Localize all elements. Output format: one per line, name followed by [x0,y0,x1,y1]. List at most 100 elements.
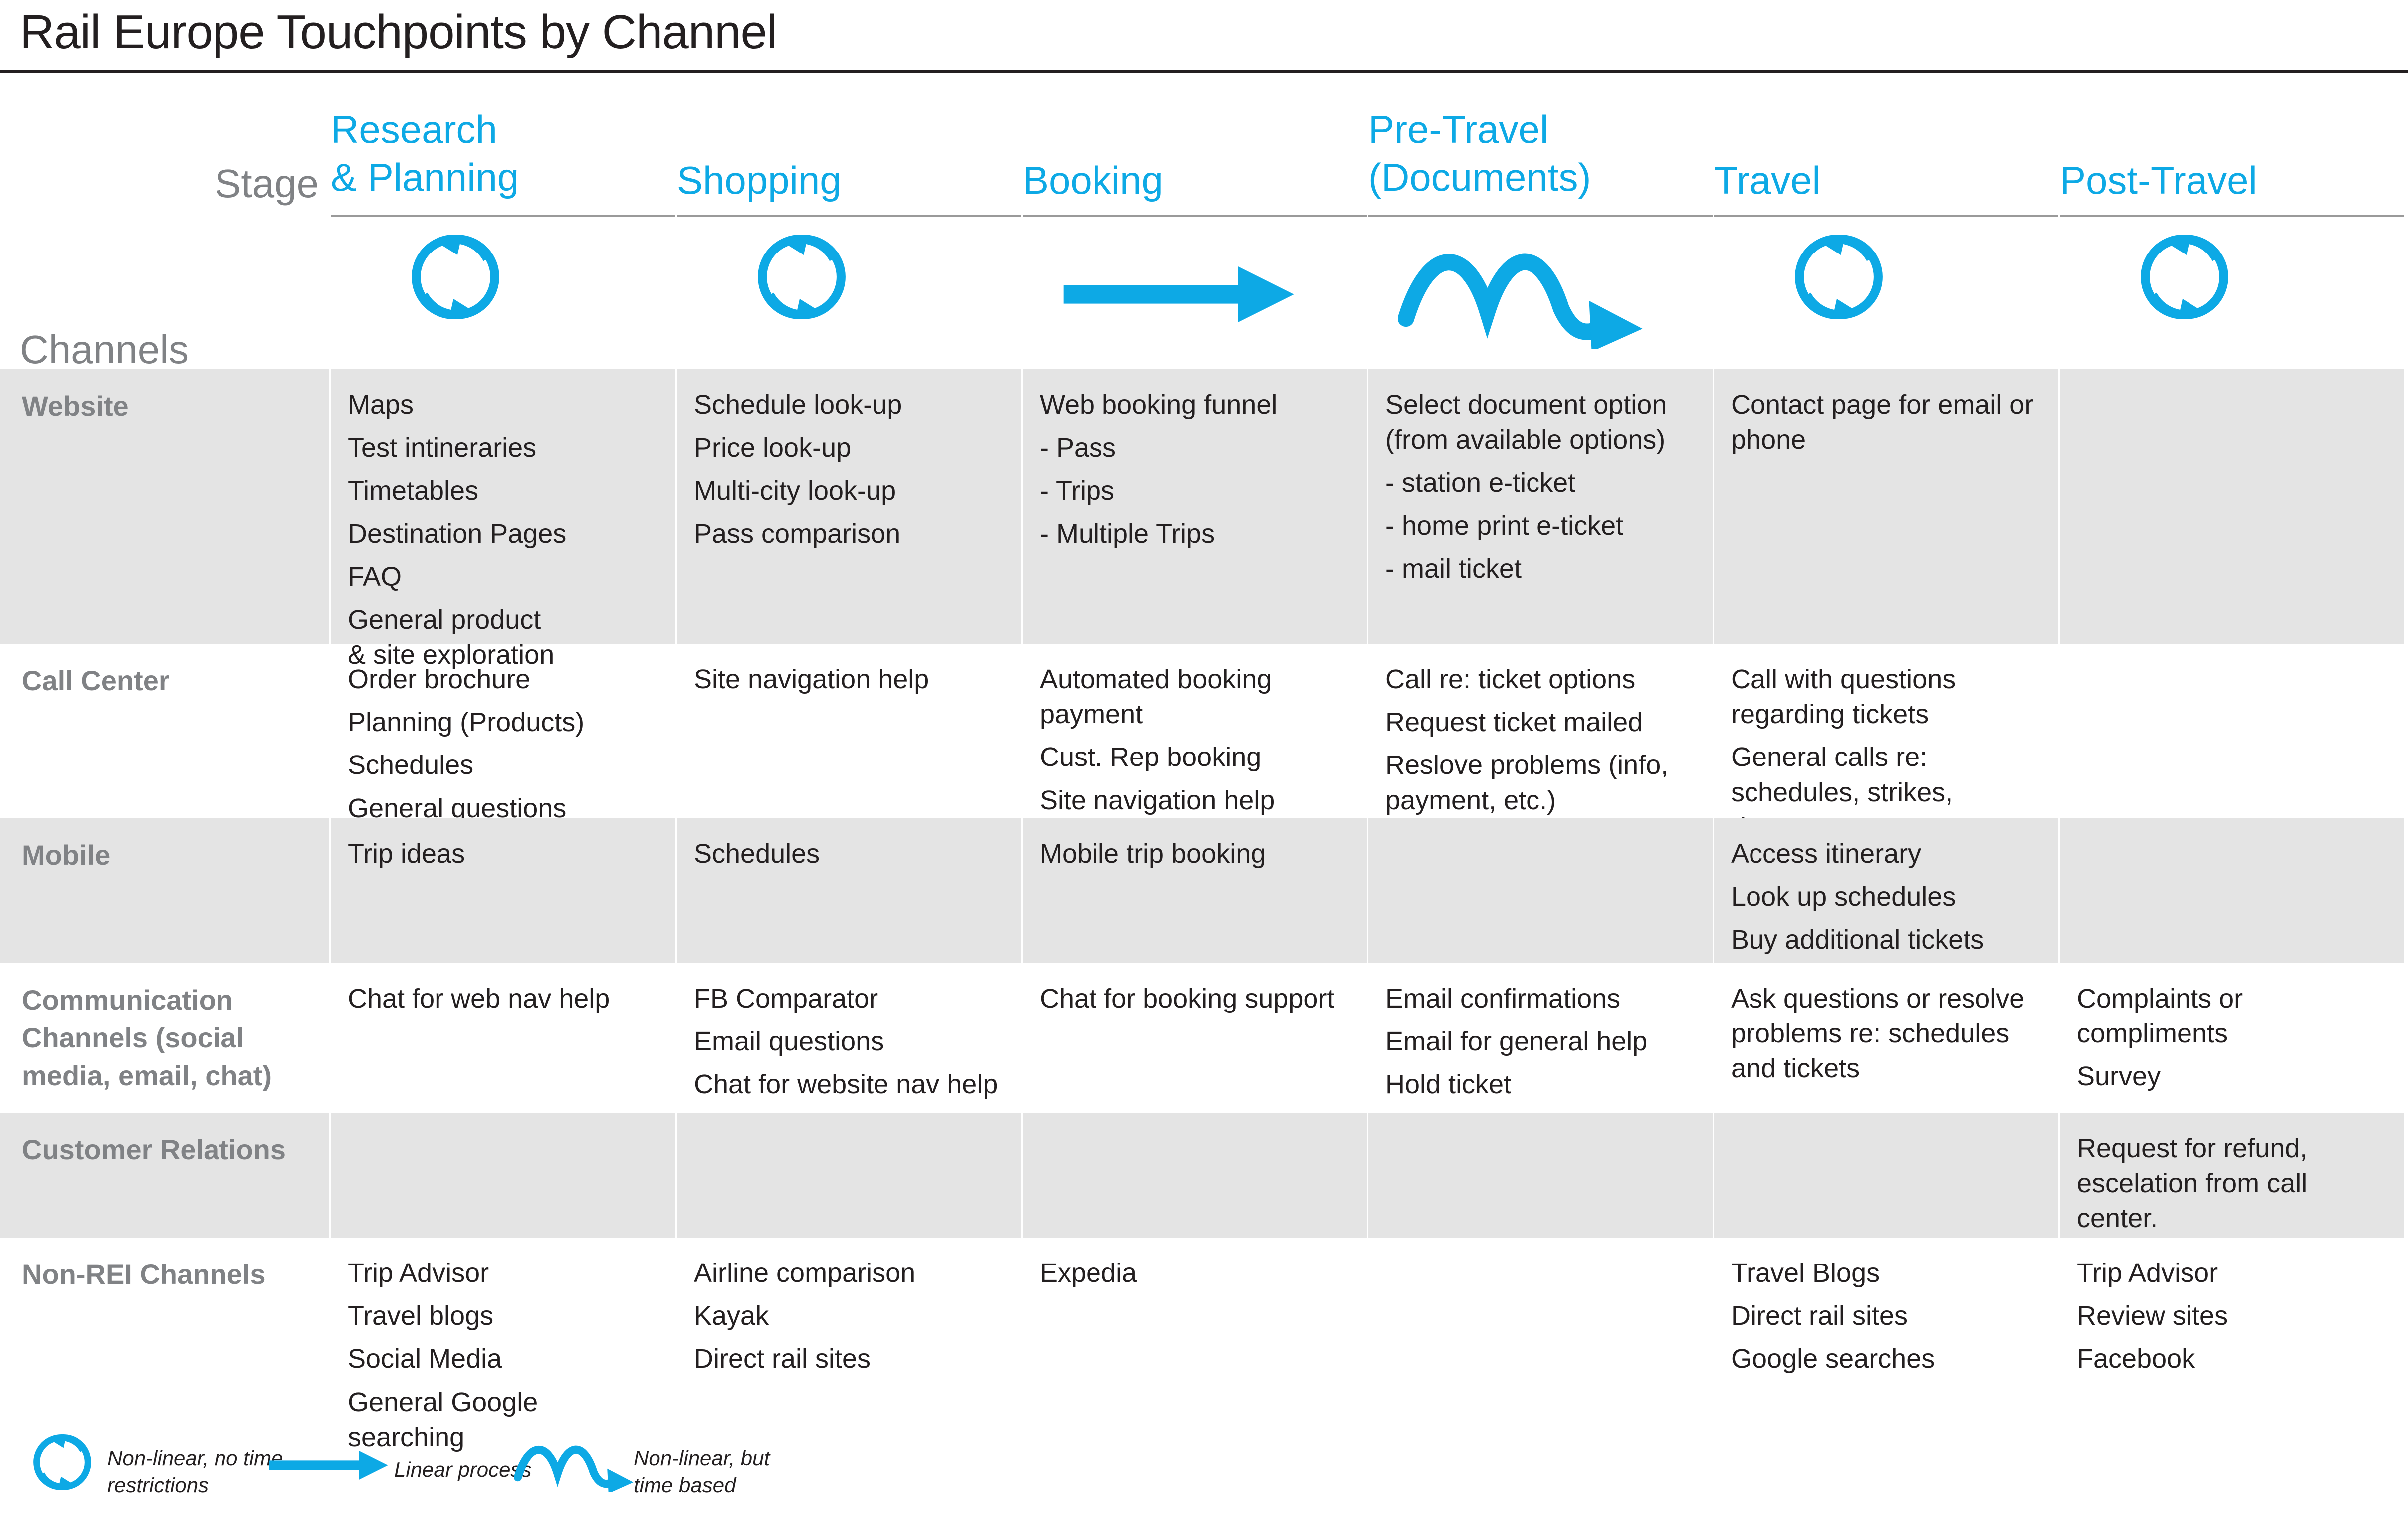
touchpoint-item: - mail ticket [1385,553,1522,584]
channel-row-label-text: Call Center [22,665,170,696]
matrix-cell: Email confirmations Email for general hel… [1368,963,1713,1113]
channel-row-label: Non-REI Channels [0,1238,329,1412]
legend-straight-arrow-icon [269,1447,389,1486]
matrix-cell: Trip Advisor Travel blogs Social Media Gene… [331,1238,675,1452]
channel-row-1: Website Maps Test intineraries Timetables De… [0,369,2408,670]
matrix-cell: Web booking funnel - Pass - Trips - Multipl… [1023,369,1367,644]
touchpoint-item: Site navigation help [694,664,929,694]
touchpoint-item: - Multiple Trips [1040,518,1215,549]
touchpoint-item: Planning (Products) [348,707,585,738]
matrix-cell: Select document option (from available o… [1368,369,1713,644]
matrix-cell: Order brochure Planning (Products) Schedul… [331,644,675,823]
matrix-cell: Access itinerary Look up schedules Buy add… [1714,818,2058,963]
touchpoint-item: Look up schedules [1731,882,1956,912]
channel-row-label-text: Mobile [22,839,111,871]
channel-row-6: Non-REI Channels Trip Advisor Travel blogs… [0,1238,2408,1452]
matrix-cell: Complaints or compliments Survey [2060,963,2404,1113]
channel-row-label-text: Customer Relations [22,1134,286,1165]
stage-header-line1: Research [331,107,497,151]
touchpoint-item: Web booking funnel [1040,390,1278,420]
touchpoint-item: FAQ [348,561,402,592]
touchpoint-item: Google searches [1731,1344,1935,1374]
touchpoint-item: Travel Blogs [1731,1258,1880,1288]
touchpoint-item: Maps [348,390,414,420]
matrix-cell: FB Comparator Email questions Chat for web… [677,963,1021,1113]
touchpoint-item: Schedules [694,839,820,869]
channel-row-label-text: Website [22,390,129,422]
touchpoint-item: Pass comparison [694,518,901,549]
matrix-cell [1368,818,1713,963]
touchpoint-item: Schedules [348,750,474,780]
stage-header-4: Pre-Travel (Documents) [1368,110,1591,197]
matrix-cell [331,1113,675,1238]
touchpoint-item: Trip Advisor [2077,1258,2218,1288]
matrix-cell: Trip Advisor Review sites Facebook [2060,1238,2404,1412]
touchpoint-item: Mobile trip booking [1040,839,1266,869]
legend-label-line1: Non-linear, no time [107,1446,283,1470]
matrix-cell [1368,1238,1713,1412]
touchpoint-item: Trip ideas [348,839,465,869]
legend: Non-linear, no time restrictions Linear pr… [0,1417,2408,1517]
touchpoint-item: Hold ticket [1385,1069,1512,1100]
touchpoint-item: Email for general help [1385,1026,1648,1057]
stage-underline-1 [331,215,675,217]
matrix-cell: Site navigation help [677,644,1021,818]
title-divider [0,70,2408,73]
channel-row-label: Website [0,369,329,644]
touchpoint-item: Social Media [348,1344,502,1374]
stage-header-2: Shopping [677,161,842,200]
touchpoint-item: Order brochure [348,664,531,694]
matrix-cell: Call with questions regarding tickets Gen… [1714,644,2058,842]
circular-arrow-icon [406,227,505,332]
matrix-cell [1714,1113,2058,1238]
touchpoints-grid: Website Maps Test intineraries Timetables De… [0,369,2408,1452]
touchpoint-item: Site navigation help [1040,785,1275,815]
matrix-cell: Chat for booking support [1023,963,1367,1113]
legend-label-line1: Linear process [394,1458,532,1481]
touchpoint-item: Chat for booking support [1040,984,1335,1013]
matrix-cell: Chat for web nav help [331,963,675,1113]
touchpoint-item: - Trips [1040,476,1115,506]
stage-header-line1: Pre-Travel [1368,107,1549,151]
circular-arrow-icon [1789,227,1889,332]
touchpoint-item: Kayak [694,1301,769,1331]
touchpoint-item: Request ticket mailed [1385,707,1643,738]
stage-header-line2: & Planning [331,155,519,199]
channel-row-3: Mobile Trip ideas Schedules Mobile trip boo… [0,818,2408,963]
stage-underline-4 [1368,215,1713,217]
touchpoint-item: Expedia [1040,1258,1137,1288]
matrix-cell: Trip ideas [331,818,675,963]
touchpoint-item: Automated booking payment [1040,664,1272,730]
touchpoint-item: Airline comparison [694,1258,916,1288]
channel-row-label: Call Center [0,644,329,818]
stage-underline-5 [1714,215,2058,217]
channel-row-label: Communication Channels (social media, em… [0,963,329,1113]
channel-row-label: Mobile [0,818,329,963]
matrix-cell [2060,369,2404,644]
touchpoint-item: Direct rail sites [694,1344,871,1374]
touchpoint-item: Review sites [2077,1301,2228,1331]
legend-label-line2: restrictions [107,1473,209,1497]
touchpoint-item: Request for refund, escelation from call… [2077,1133,2308,1234]
touchpoint-item: Ask questions or resolve problems re: sc… [1731,984,2025,1084]
channel-row-4: Communication Channels (social media, em… [0,963,2408,1113]
touchpoint-item: Timetables [348,476,479,506]
touchpoint-item: Schedule look-up [694,390,902,420]
stage-header-3: Booking [1023,161,1163,200]
circular-arrow-icon [752,227,852,332]
matrix-cell: Schedule look-up Price look-up Multi-city … [677,369,1021,644]
stage-header-5: Travel [1714,161,1821,200]
stage-header-6: Post-Travel [2060,161,2257,200]
legend-label-line2: time based [634,1473,736,1497]
channel-row-5: Customer Relations Request for refund, es… [0,1113,2408,1238]
matrix-cell: Contact page for email or phone [1714,369,2058,644]
channel-row-2: Call Center Order brochure Planning (Produ… [0,644,2408,842]
touchpoint-item: - station e-ticket [1385,468,1576,498]
matrix-cell: Call re: ticket options Request ticket ma… [1368,644,1713,818]
touchpoint-item: Travel blogs [348,1301,494,1331]
channel-row-label-text: Communication Channels (social media, em… [22,984,272,1092]
matrix-cell: Expedia [1023,1238,1367,1412]
legend-wavy-arrow-icon [513,1436,639,1495]
stage-header-line1: Booking [1023,158,1163,202]
touchpoint-item: Chat for web nav help [348,984,610,1013]
